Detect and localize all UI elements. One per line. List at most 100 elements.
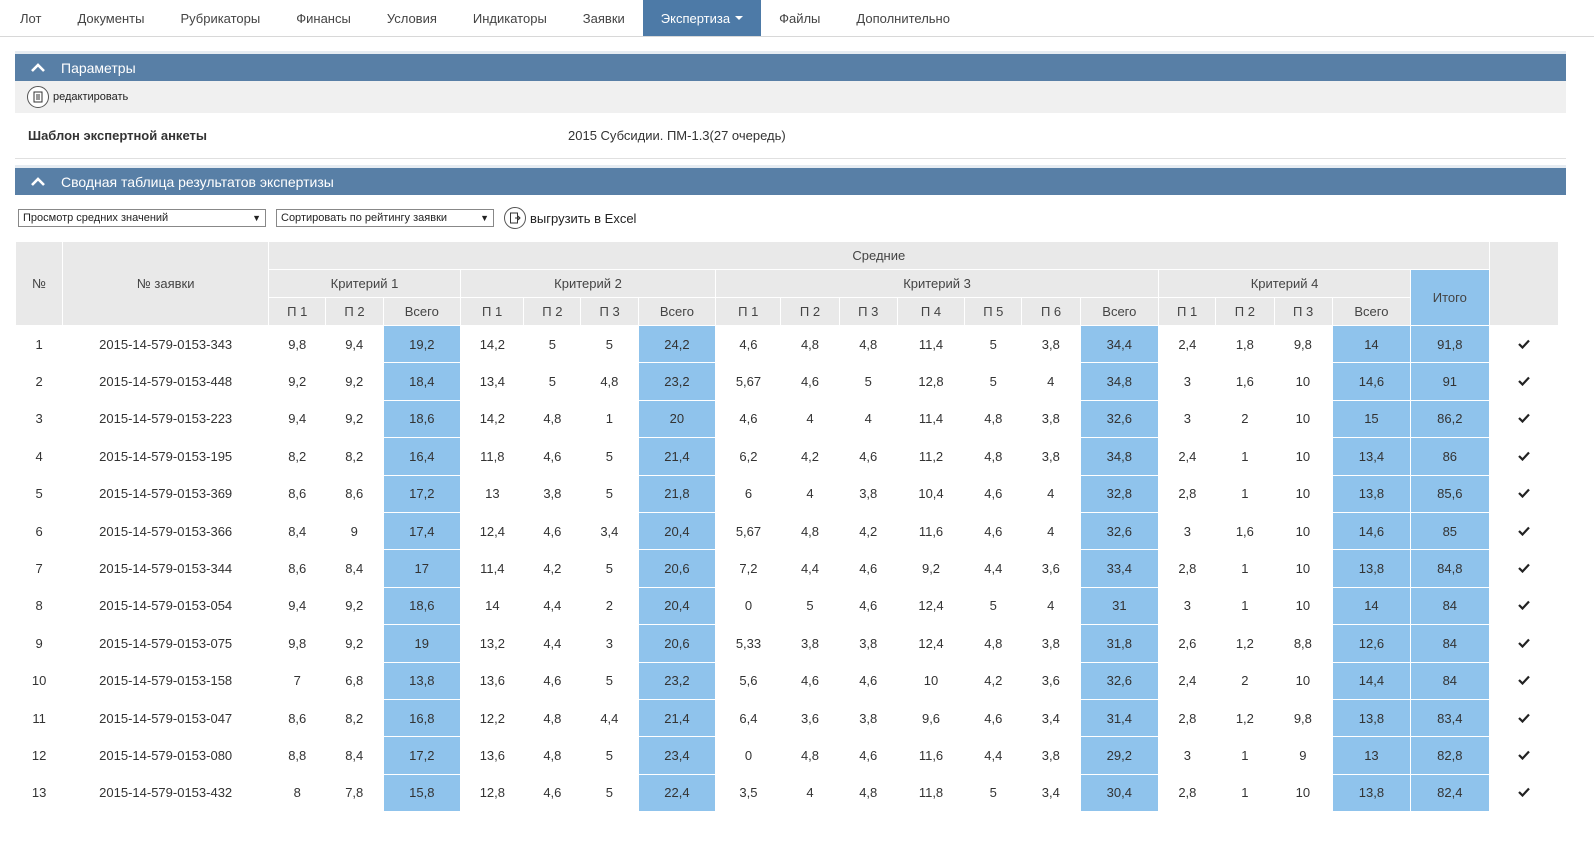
check-icon[interactable]	[1518, 750, 1530, 760]
table-row[interactable]: 5 2015-14-579-0153-369 8,6 8,6 17,2 13 3,8 5 21,…	[15, 475, 1559, 513]
score-cell: 8,6	[268, 699, 326, 738]
check-icon[interactable]	[1518, 526, 1530, 536]
score-cell: 5	[580, 325, 639, 364]
template-label: Шаблон экспертной анкеты	[28, 128, 207, 143]
score-cell: 5	[523, 362, 581, 401]
summary-section-header[interactable]: Сводная таблица результатов экспертизы	[15, 165, 1566, 195]
check-icon[interactable]	[1518, 638, 1530, 648]
check-icon[interactable]	[1518, 563, 1530, 574]
table-row[interactable]: 4 2015-14-579-0153-195 8,2 8,2 16,4 11,8 4,6 5 2…	[15, 437, 1559, 476]
criterion-total-cell: 20,6	[637, 624, 717, 663]
table-row[interactable]: 8 2015-14-579-0153-054 9,4 9,2 18,6 14 4,4 2 20,…	[15, 587, 1559, 626]
criterion-total-cell: 30,4	[1079, 774, 1160, 813]
score-cell: 3,6	[1021, 662, 1081, 700]
subheader-p2: П 2	[325, 297, 384, 326]
row-number: 13	[15, 774, 63, 813]
table-row[interactable]: 13 2015-14-579-0153-432 8 7,8 15,8 12,8 4,6 5 22…	[15, 774, 1559, 813]
check-icon[interactable]	[1518, 451, 1530, 461]
check-cell	[1489, 774, 1559, 813]
criterion-total-cell: 20,4	[637, 512, 717, 551]
criterion-total-cell: 32,8	[1079, 475, 1160, 513]
score-cell: 10	[1274, 475, 1333, 513]
score-cell: 4	[1021, 362, 1081, 401]
nav-tab-label: Индикаторы	[472, 10, 547, 26]
grand-total-cell: 91	[1410, 362, 1490, 401]
check-icon[interactable]	[1518, 339, 1530, 349]
check-cell	[1489, 549, 1559, 588]
application-number: 2015-14-579-0153-366	[62, 512, 269, 551]
chevron-up-icon[interactable]	[15, 62, 61, 73]
score-cell: 3	[1158, 736, 1216, 775]
table-row[interactable]: 2 2015-14-579-0153-448 9,2 9,2 18,4 13,4 5 4,8 2…	[15, 362, 1559, 401]
criterion-total-cell: 31	[1079, 587, 1160, 626]
criterion-1-header: Критерий 1	[268, 269, 461, 298]
table-row[interactable]: 9 2015-14-579-0153-075 9,8 9,2 19 13,2 4,4 3 20,…	[15, 624, 1559, 663]
document-edit-icon[interactable]	[27, 86, 49, 108]
nav-tab-9[interactable]: Дополнительно	[838, 0, 968, 36]
subheader-sum: Всего	[382, 297, 461, 326]
score-cell: 1	[1215, 587, 1274, 626]
sort-value: Сортировать по рейтингу заявки	[281, 212, 448, 224]
check-icon[interactable]	[1518, 600, 1530, 611]
score-cell: 2	[580, 587, 639, 626]
view-mode-select[interactable]: Просмотр средних значений ▼	[18, 209, 266, 227]
criterion-total-cell: 31,8	[1079, 624, 1160, 663]
score-cell: 7	[268, 662, 326, 700]
score-cell: 8,4	[268, 512, 326, 551]
score-cell: 5	[580, 774, 639, 813]
criterion-total-cell: 17,2	[382, 475, 461, 513]
table-row[interactable]: 6 2015-14-579-0153-366 8,4 9 17,4 12,4 4,6 3,4 2…	[15, 512, 1559, 551]
nav-tab-5[interactable]: Индикаторы	[455, 0, 565, 36]
nav-tab-0[interactable]: Лот	[2, 0, 59, 36]
nav-tab-1[interactable]: Документы	[59, 0, 162, 36]
subheader-p6: П 6	[1021, 297, 1081, 326]
check-icon[interactable]	[1518, 675, 1530, 686]
score-cell: 4,4	[523, 587, 581, 626]
table-row[interactable]: 3 2015-14-579-0153-223 9,4 9,2 18,6 14,2 4,8 1 2…	[15, 400, 1559, 439]
score-cell: 4,6	[839, 549, 898, 588]
score-cell: 2,4	[1158, 325, 1216, 364]
grand-total-cell: 82,4	[1410, 774, 1490, 813]
nav-tab-6[interactable]: Заявки	[565, 0, 643, 36]
check-icon[interactable]	[1518, 413, 1530, 424]
nav-tab-3[interactable]: Финансы	[278, 0, 369, 36]
check-icon[interactable]	[1518, 713, 1530, 723]
application-number: 2015-14-579-0153-223	[62, 400, 269, 439]
score-cell: 4,4	[523, 624, 581, 663]
score-cell: 1,2	[1215, 699, 1274, 738]
table-row[interactable]: 10 2015-14-579-0153-158 7 6,8 13,8 13,6 4,6 5 23…	[15, 662, 1559, 700]
check-icon[interactable]	[1518, 376, 1530, 387]
criterion-total-cell: 13,8	[1331, 475, 1412, 513]
nav-tab-7[interactable]: Экспертиза	[642, 0, 762, 36]
table-row[interactable]: 12 2015-14-579-0153-080 8,8 8,4 17,2 13,6 4,8 5…	[15, 736, 1559, 775]
criterion-total-cell: 32,6	[1079, 662, 1160, 700]
score-cell: 11,2	[897, 437, 965, 476]
score-cell: 1	[580, 400, 639, 439]
table-row[interactable]: 11 2015-14-579-0153-047 8,6 8,2 16,8 12,2 4,8 4…	[15, 699, 1559, 738]
sort-select[interactable]: Сортировать по рейтингу заявки ▼	[276, 209, 494, 227]
score-cell: 5,6	[715, 662, 781, 700]
check-icon[interactable]	[1518, 787, 1530, 798]
chevron-up-icon[interactable]	[15, 176, 61, 187]
export-excel-button[interactable]: выгрузить в Excel	[504, 207, 636, 229]
nav-tab-8[interactable]: Файлы	[761, 0, 838, 36]
score-cell: 4,8	[523, 400, 581, 439]
score-cell: 3,4	[1021, 699, 1081, 738]
score-cell: 0	[715, 736, 781, 775]
table-row[interactable]: 7 2015-14-579-0153-344 8,6 8,4 17 11,4 4,2 5 20,…	[15, 549, 1559, 588]
criterion-total-cell: 16,4	[382, 437, 461, 476]
score-cell: 3,8	[1021, 325, 1081, 364]
score-cell: 3,4	[580, 512, 639, 551]
grand-total-cell: 85,6	[1410, 475, 1490, 513]
table-row[interactable]: 1 2015-14-579-0153-343 9,8 9,4 19,2 14,2 5 5 24,…	[15, 325, 1559, 364]
check-icon[interactable]	[1518, 488, 1530, 499]
score-cell: 10	[1274, 549, 1333, 588]
score-cell: 4,6	[523, 437, 581, 476]
nav-tab-4[interactable]: Условия	[369, 0, 455, 36]
score-cell: 10	[1274, 774, 1333, 813]
subheader-p1: П 1	[1157, 297, 1217, 326]
nav-tab-2[interactable]: Рубрикаторы	[162, 0, 278, 36]
score-cell: 5	[964, 362, 1022, 401]
edit-link[interactable]: редактировать	[53, 91, 128, 103]
params-section-header[interactable]: Параметры	[15, 51, 1566, 81]
